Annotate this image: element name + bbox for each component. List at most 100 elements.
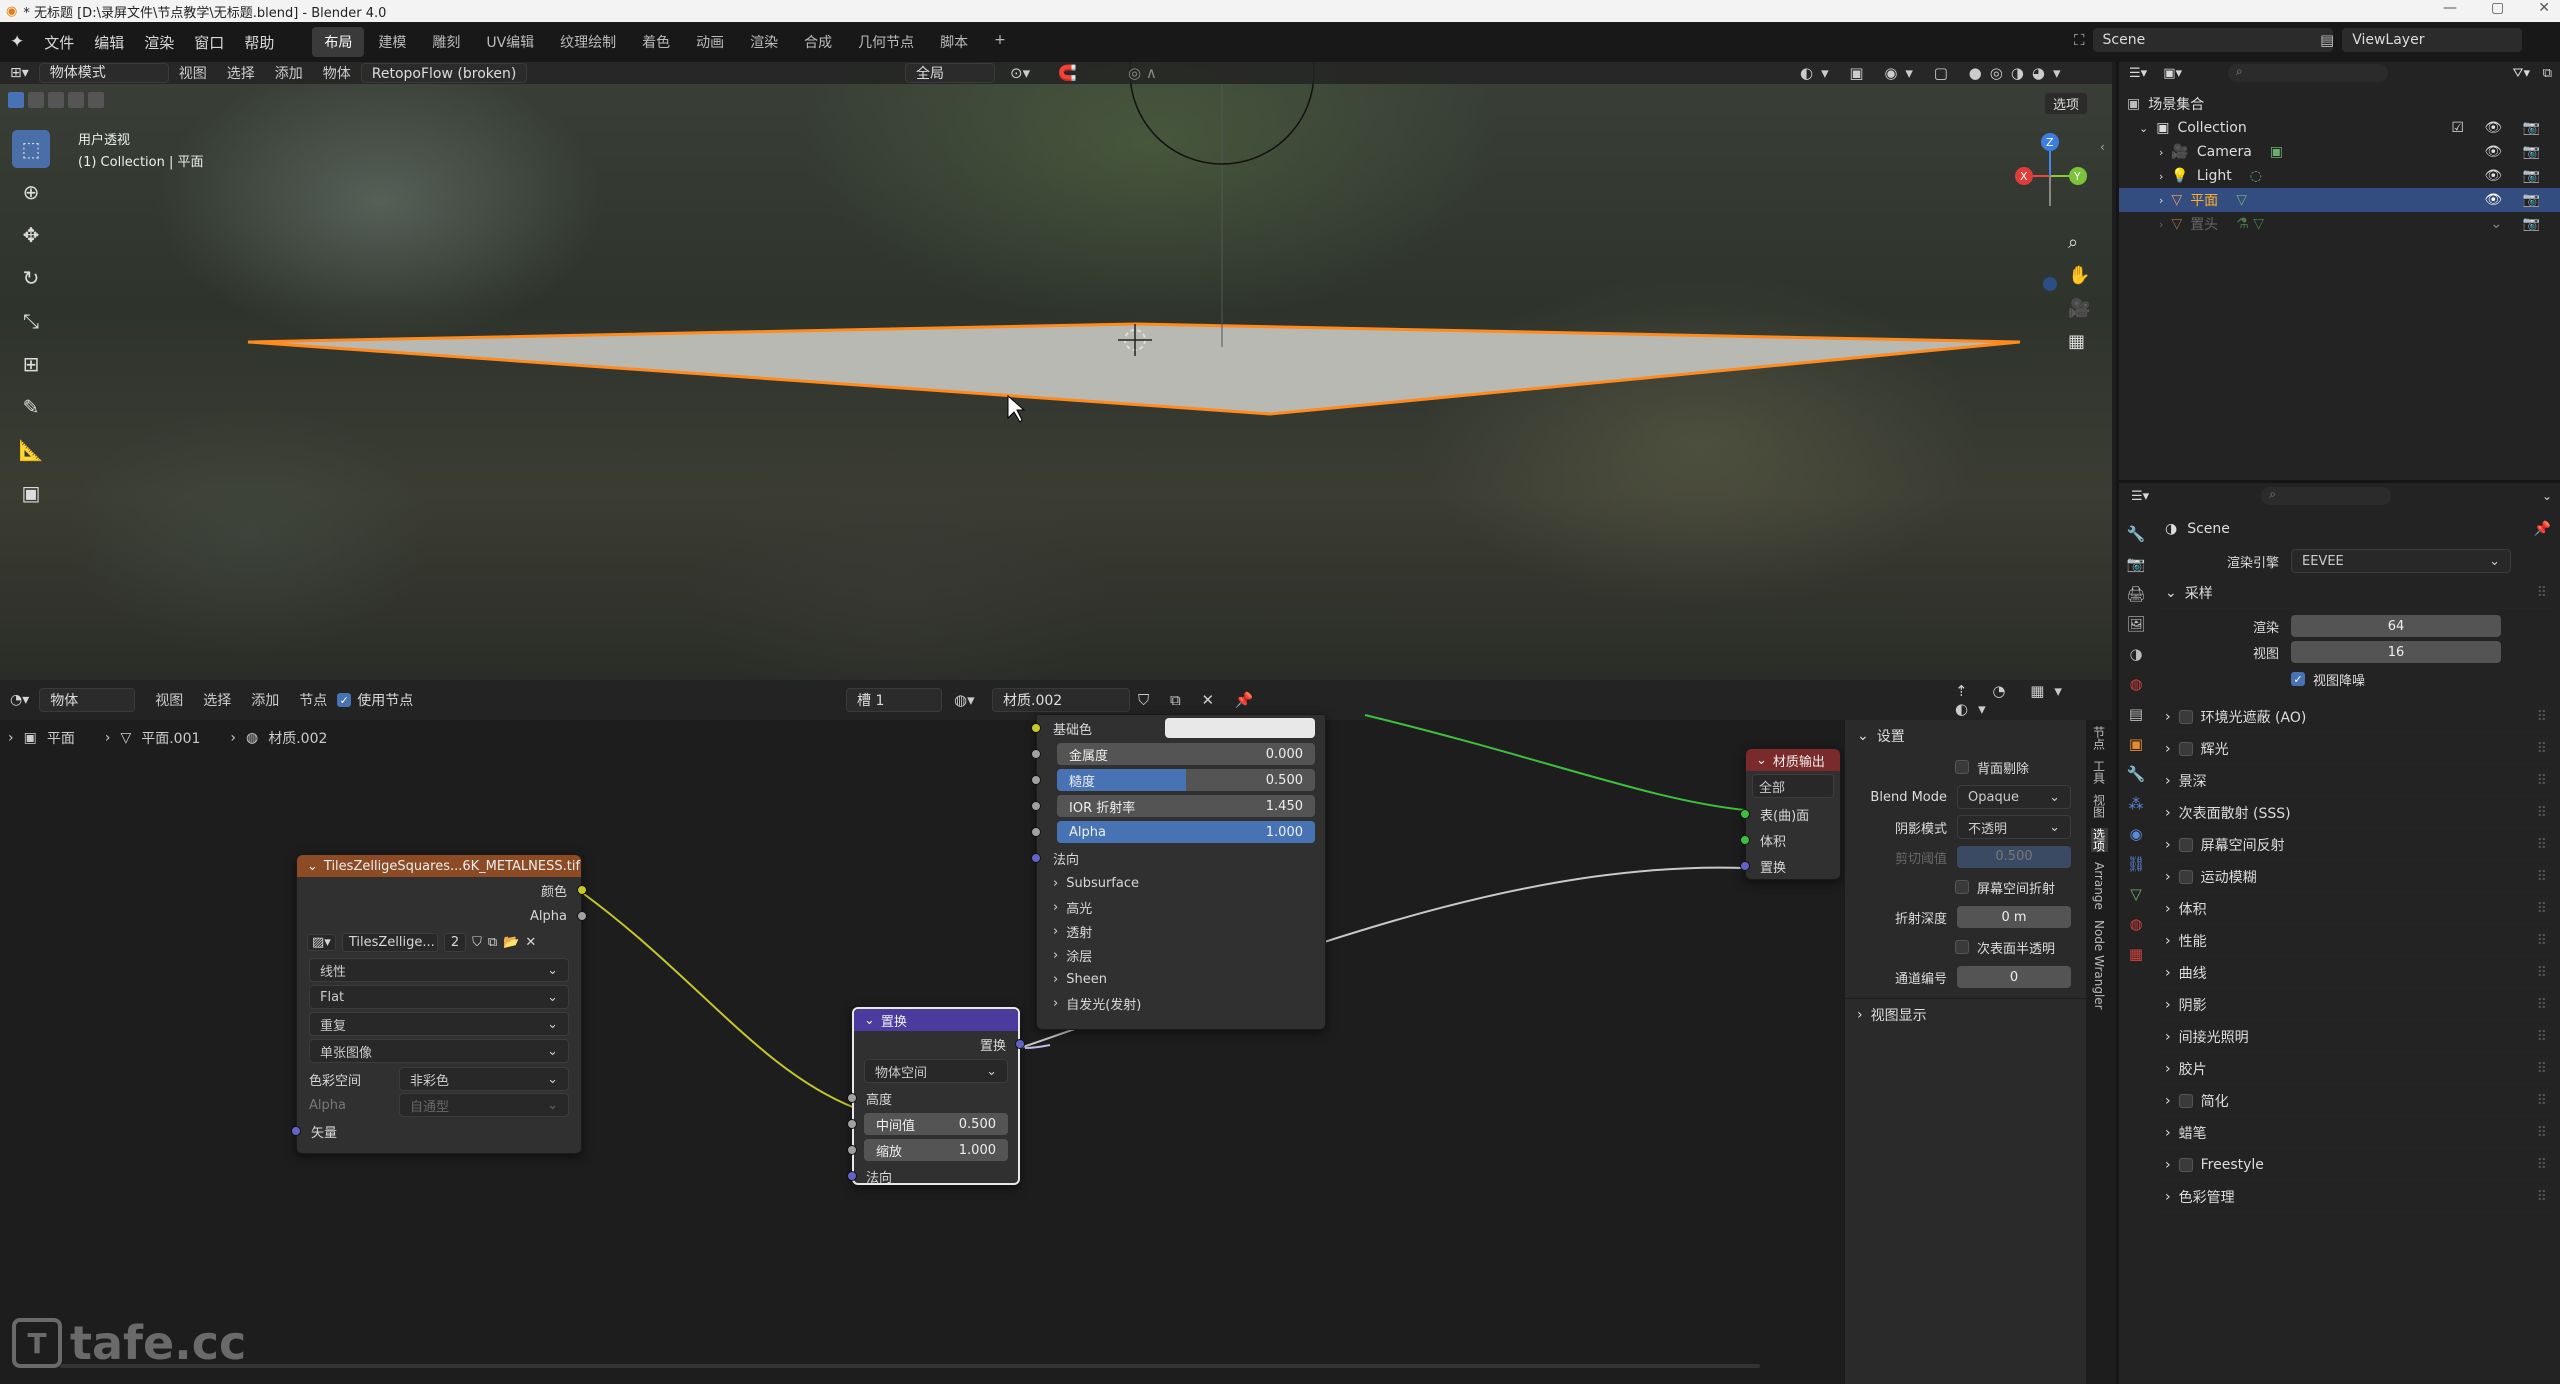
panel-sheen[interactable]: › Sheen: [1053, 967, 1325, 991]
metallic-socket[interactable]: [1031, 749, 1041, 759]
drag-handle-icon[interactable]: ⠿: [2537, 997, 2547, 1013]
drag-handle-icon[interactable]: ⠿: [2537, 1029, 2547, 1045]
drag-handle-icon[interactable]: ⠿: [2537, 901, 2547, 917]
camera-visibility-icons[interactable]: 👁 📷: [2484, 144, 2548, 160]
tab-modeling[interactable]: 建模: [366, 27, 418, 57]
source-dropdown[interactable]: 单张图像 ⌄: [309, 1039, 569, 1063]
constraints-tab-icon[interactable]: ⛓: [2126, 855, 2145, 873]
denoise-checkbox[interactable]: ✓: [2291, 672, 2305, 686]
roughness-socket[interactable]: [1031, 775, 1041, 785]
scene-tab-icon[interactable]: ◑: [2129, 645, 2142, 663]
panel-14[interactable]: › 蜡笔 ⠿: [2159, 1117, 2555, 1149]
transform-tool-icon[interactable]: ⊞: [12, 345, 50, 383]
menu-help[interactable]: 帮助: [234, 32, 284, 53]
move-tool-icon[interactable]: ✥: [12, 216, 50, 254]
extension-dropdown[interactable]: 重复 ⌄: [309, 1012, 569, 1036]
volume-socket[interactable]: [1740, 835, 1750, 845]
ior-slider[interactable]: IOR 折射率 1.450: [1057, 795, 1315, 817]
plane-mesh[interactable]: [0, 62, 2112, 680]
chevron-right-icon[interactable]: ›: [2159, 194, 2163, 207]
drag-handle-icon[interactable]: ⠿: [2537, 933, 2547, 949]
outliner-search-input[interactable]: ⌕: [2228, 64, 2388, 82]
zoom-icon[interactable]: ⌕: [2068, 232, 2090, 253]
pivot-icon[interactable]: ⊙▾: [1010, 64, 1030, 82]
settings-panel-header[interactable]: ⌄ 设置: [1845, 720, 2086, 752]
color-output-socket[interactable]: [577, 885, 587, 895]
drag-handle-icon[interactable]: ⠿: [2537, 773, 2547, 789]
drag-handle-icon[interactable]: ⠿: [2537, 585, 2547, 601]
navigation-gizmo[interactable]: Z X Y: [2010, 128, 2110, 298]
tab-uv-editing[interactable]: UV编辑: [474, 27, 546, 57]
sidebar-tab-view[interactable]: 视图: [2091, 794, 2108, 818]
displacement-socket[interactable]: [1740, 861, 1750, 871]
pan-hand-icon[interactable]: ✋: [2068, 265, 2090, 286]
backface-checkbox[interactable]: [1955, 760, 1969, 774]
displacement-node[interactable]: ⌄ 置换 置换 物体空间 ⌄ 高度 中间值 0.500 缩放 1.000 法向: [847, 1007, 1025, 1186]
snap-icon[interactable]: 🧲: [1058, 64, 1077, 82]
output-node-header[interactable]: ⌄ 材质输出: [1746, 749, 1840, 771]
panel-16[interactable]: › 色彩管理 ⠿: [2159, 1181, 2555, 1213]
transform-orientation-dropdown[interactable]: 全局: [905, 63, 995, 83]
surface-socket[interactable]: [1740, 809, 1750, 819]
viewport-display-panel[interactable]: › 视图显示: [1845, 998, 2086, 1030]
scale-slider[interactable]: 缩放 1.000: [864, 1139, 1008, 1161]
shadow-dropdown[interactable]: 不透明 ⌄: [1957, 815, 2071, 839]
display-mode-icon[interactable]: ▣▾: [2157, 66, 2188, 81]
tab-animation[interactable]: 动画: [684, 27, 736, 57]
drag-handle-icon[interactable]: ⠿: [2537, 965, 2547, 981]
node-editor[interactable]: ◔▾ 物体 视图 选择 添加 节点 ✓ 使用节点 槽 1 ◍▾ 材质.002 ⛉…: [0, 680, 2112, 1384]
world-tab-icon[interactable]: ◍: [2129, 675, 2142, 693]
panel-11[interactable]: › 间接光照明 ⠿: [2159, 1021, 2555, 1053]
principled-bsdf-node[interactable]: 基础色 金属度 0.000 糙度 0.500 IOR 折射率 1.450 Alpha 1…: [1031, 714, 1326, 1030]
minimize-icon[interactable]: —: [2443, 0, 2457, 16]
outliner-type-icon[interactable]: ☰▾: [2119, 66, 2157, 81]
base-color-swatch[interactable]: [1165, 718, 1315, 738]
panel-4[interactable]: › 次表面散射 (SSS) ⠿: [2159, 797, 2555, 829]
tab-rendering[interactable]: 渲染: [738, 27, 790, 57]
editor-type-icon[interactable]: ⊞▾: [0, 65, 39, 81]
metallic-slider[interactable]: 金属度 0.000: [1057, 743, 1315, 765]
panel-1[interactable]: › 环境光遮蔽 (AO) ⠿: [2159, 701, 2555, 733]
bsdf-normal-socket[interactable]: [1031, 853, 1041, 863]
collection-visibility-icons[interactable]: ☑ 👁 📷: [2451, 120, 2548, 136]
pin-icon[interactable]: 📌: [2534, 521, 2551, 537]
sampling-panel-header[interactable]: ⌄ 采样 ⠿: [2159, 577, 2555, 609]
output-target-dropdown[interactable]: 全部: [1752, 774, 1834, 798]
plane-visibility-icons[interactable]: 👁 📷: [2484, 192, 2548, 208]
projection-dropdown[interactable]: Flat ⌄: [309, 985, 569, 1009]
panel-enable-checkbox[interactable]: [2178, 741, 2193, 756]
viewport-shading-icons[interactable]: ◐▾ ▣ ◉▾ ▢ ●◎◑◕▾: [1800, 64, 2069, 82]
properties-options-icon[interactable]: ⌄: [2542, 489, 2552, 503]
midlevel-slider[interactable]: 中间值 0.500: [864, 1113, 1008, 1135]
menu-render[interactable]: 渲染: [134, 32, 184, 53]
image-name-field[interactable]: TilesZellige...: [341, 932, 438, 952]
select-subtract-icon[interactable]: [48, 92, 64, 108]
select-invert-icon[interactable]: [68, 92, 84, 108]
menu-select[interactable]: 选择: [217, 63, 265, 83]
pass-index-field[interactable]: 0: [1957, 966, 2071, 988]
tool-tab-icon[interactable]: 🔧: [2127, 525, 2146, 543]
panel-enable-checkbox[interactable]: [2178, 709, 2193, 724]
drag-handle-icon[interactable]: ⠿: [2537, 869, 2547, 885]
collapse-icon[interactable]: ⌄: [864, 1013, 875, 1028]
select-box-icon[interactable]: [8, 92, 24, 108]
panel-enable-checkbox[interactable]: [2178, 837, 2193, 852]
light-row[interactable]: › 💡 Light ◌ 👁 📷: [2119, 164, 2560, 188]
drag-handle-icon[interactable]: ⠿: [2537, 805, 2547, 821]
panel-subsurface[interactable]: › Subsurface: [1053, 871, 1325, 895]
material-tab-icon[interactable]: ◍: [2129, 915, 2142, 933]
drag-handle-icon[interactable]: ⠿: [2537, 1125, 2547, 1141]
panel-8[interactable]: › 性能 ⠿: [2159, 925, 2555, 957]
collapse-icon[interactable]: ⌄: [307, 859, 318, 874]
annotate-tool-icon[interactable]: ✎: [12, 388, 50, 426]
plane-row[interactable]: › ▽ 平面 ▽ 👁 📷: [2119, 188, 2560, 212]
viewlayer-field[interactable]: ViewLayer: [2342, 28, 2523, 52]
disp-output-socket[interactable]: [1015, 1039, 1025, 1049]
sss-checkbox[interactable]: [1955, 940, 1969, 954]
camera-row[interactable]: › 🎥 Camera ▣ 👁 📷: [2119, 140, 2560, 164]
scale-tool-icon[interactable]: ⤡: [12, 302, 50, 340]
base-color-socket[interactable]: [1031, 723, 1041, 733]
interpolation-dropdown[interactable]: 线性 ⌄: [309, 958, 569, 982]
drag-handle-icon[interactable]: ⠿: [2537, 1157, 2547, 1173]
mode-dropdown[interactable]: 物体模式: [38, 63, 169, 83]
